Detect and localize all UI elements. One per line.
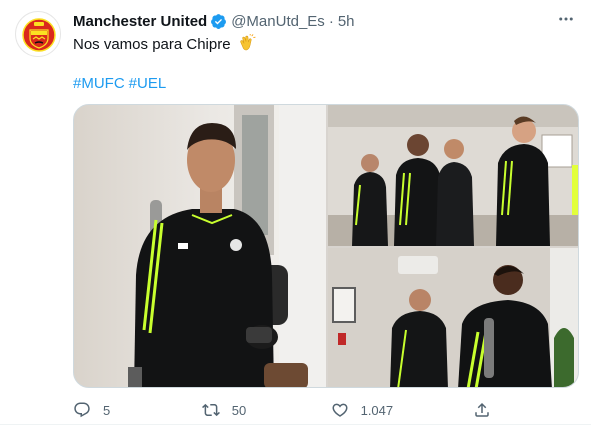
share-icon (475, 402, 490, 417)
timestamp[interactable]: 5h (338, 13, 355, 30)
photo-3[interactable] (328, 248, 578, 387)
hashtags: #MUFC #UEL (73, 74, 170, 94)
photo-players-corridor (328, 248, 578, 387)
author-name[interactable]: Manchester United (73, 13, 207, 30)
photo-player-airport (74, 105, 326, 387)
tweet[interactable]: Manchester United @ManUtd_Es · 5h Nos va… (0, 0, 591, 425)
retweet-button[interactable]: 50 (201, 401, 331, 419)
hashtag-link[interactable]: #UEL (129, 75, 167, 92)
reply-count: 5 (103, 402, 111, 418)
more-icon (559, 17, 573, 21)
tweet-actions: 5 50 1.047 (73, 398, 513, 422)
photo-1[interactable] (74, 105, 326, 387)
author-handle[interactable]: @ManUtd_Es (231, 13, 325, 30)
tweet-text-body: Nos vamos para Chipre (73, 36, 231, 53)
clapping-hands-emoji-icon (240, 34, 256, 51)
photo-2[interactable] (328, 105, 578, 246)
share-button[interactable] (473, 401, 513, 419)
photo-players-group (328, 105, 578, 246)
heart-icon (332, 403, 348, 417)
separator: · (328, 12, 334, 30)
tweet-text: Nos vamos para Chipre (73, 34, 256, 55)
like-count: 1.047 (360, 402, 394, 418)
reply-button[interactable]: 5 (73, 401, 202, 419)
retweet-icon (201, 403, 220, 417)
more-button[interactable] (555, 8, 577, 30)
reply-icon (74, 402, 90, 418)
media-grid (73, 104, 579, 388)
like-button[interactable]: 1.047 (331, 401, 460, 419)
verified-badge-icon (211, 13, 227, 29)
manchester-united-crest-icon (17, 13, 60, 56)
tweet-header: Manchester United @ManUtd_Es · 5h (73, 11, 355, 31)
retweet-count: 50 (231, 402, 247, 418)
hashtag-link[interactable]: #MUFC (73, 75, 125, 92)
avatar[interactable] (15, 11, 61, 57)
